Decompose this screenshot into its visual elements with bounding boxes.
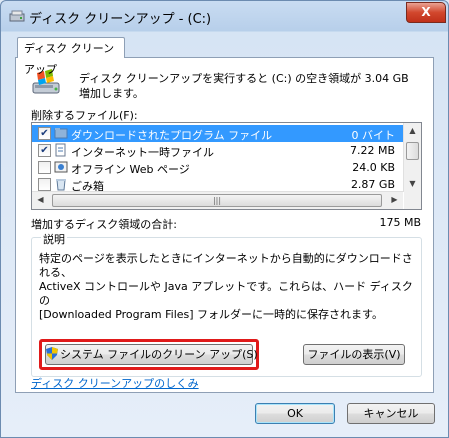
list-item[interactable]: ✔ ダウンロードされたプログラム ファイル 0 バイト: [32, 125, 403, 142]
vertical-scroll-thumb[interactable]: [406, 142, 419, 160]
file-size: 0 バイト: [351, 129, 396, 142]
checkbox[interactable]: [38, 161, 51, 174]
offline-web-icon: [54, 161, 68, 173]
files-to-delete-label: 削除するファイル(F):: [31, 109, 138, 122]
ok-button[interactable]: OK: [255, 403, 335, 424]
cleanup-system-files-button[interactable]: システム ファイルのクリーン アップ(S): [45, 344, 258, 365]
file-size: 2.87 GB: [350, 178, 395, 191]
vertical-scrollbar[interactable]: ▲ ▼: [403, 123, 421, 192]
view-files-button[interactable]: ファイルの表示(V): [303, 344, 405, 365]
list-item[interactable]: オフライン Web ページ 24.0 KB: [32, 159, 403, 176]
intro-text: ディスク クリーンアップを実行すると (C:) の空き領域が 3.04 GB 増…: [79, 72, 409, 100]
scroll-right-icon[interactable]: ▶: [386, 192, 403, 208]
file-size: 24.0 KB: [352, 161, 395, 174]
folder-icon: [54, 128, 68, 139]
file-name: インターネット一時ファイル: [71, 146, 214, 159]
how-disk-cleanup-works-link[interactable]: ディスク クリーンアップのしくみ: [31, 375, 199, 391]
disk-cleanup-window: ディスク クリーンアップ - (C:) X ディスク クリーンアップ ディスク …: [0, 0, 449, 438]
uac-shield-icon: [46, 347, 58, 360]
list-item[interactable]: ✔ インターネット一時ファイル 7.22 MB: [32, 142, 403, 159]
scroll-up-icon[interactable]: ▲: [404, 123, 421, 139]
file-name: オフライン Web ページ: [71, 163, 190, 176]
scroll-down-icon[interactable]: ▼: [404, 176, 421, 192]
total-space-value: 175 MB: [379, 216, 421, 229]
file-size: 7.22 MB: [349, 144, 395, 157]
recycle-bin-icon: [56, 179, 66, 191]
checkbox[interactable]: ✔: [38, 144, 51, 157]
files-listbox[interactable]: ✔ ダウンロードされたプログラム ファイル 0 バイト ✔ インターネット一時フ…: [31, 122, 422, 210]
horizontal-scrollbar[interactable]: ◀ ||| ▶: [32, 191, 403, 209]
checkbox[interactable]: [38, 178, 51, 191]
description-title: 説明: [41, 231, 67, 247]
title-bar[interactable]: ディスク クリーンアップ - (C:) X: [1, 1, 448, 31]
total-space-label: 増加するディスク領域の合計:: [31, 218, 177, 231]
horizontal-scroll-thumb[interactable]: |||: [52, 194, 382, 207]
close-icon: X: [421, 5, 431, 19]
cleanup-system-files-label: システム ファイルのクリーン アップ(S): [60, 348, 258, 361]
checkbox[interactable]: ✔: [38, 127, 51, 140]
window-title: ディスク クリーンアップ - (C:): [29, 12, 212, 27]
scroll-left-icon[interactable]: ◀: [32, 192, 49, 208]
disk-cleanup-icon: [9, 10, 25, 22]
description-text: 特定のページを表示したときにインターネットから自動的にダウンロードされる、 Ac…: [39, 252, 413, 321]
page-icon: [55, 143, 66, 157]
tab-disk-cleanup[interactable]: ディスク クリーンアップ: [17, 37, 125, 76]
scrollbar-corner: [404, 192, 421, 209]
file-name: ダウンロードされたプログラム ファイル: [71, 129, 273, 142]
cancel-button[interactable]: キャンセル: [347, 403, 435, 424]
close-button[interactable]: X: [406, 2, 446, 23]
